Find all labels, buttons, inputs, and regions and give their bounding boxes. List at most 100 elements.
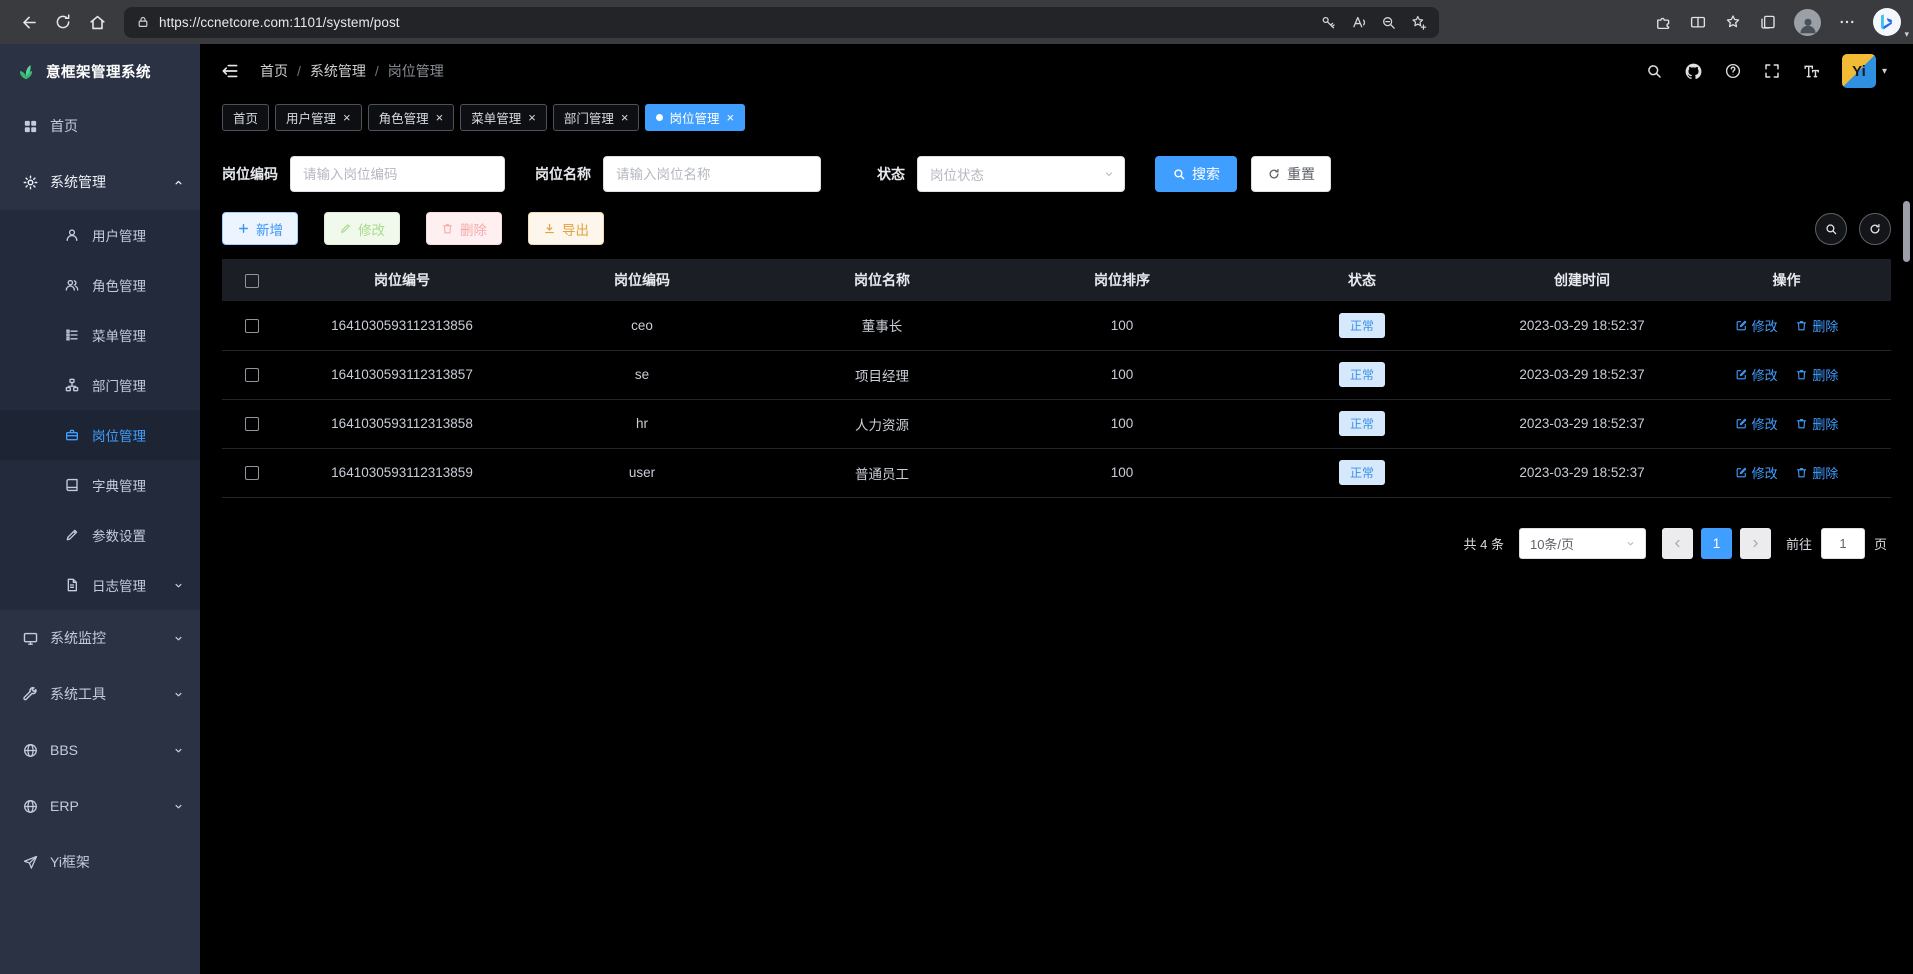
url-input[interactable] bbox=[159, 15, 1313, 30]
row-delete-button[interactable]: 删除 bbox=[1795, 463, 1838, 482]
row-edit-button[interactable]: 修改 bbox=[1735, 316, 1778, 335]
table-row[interactable]: 1641030593112313856 ceo 董事长 100 正常 2023-… bbox=[222, 301, 1891, 350]
table-row[interactable]: 1641030593112313858 hr 人力资源 100 正常 2023-… bbox=[222, 399, 1891, 448]
profile-avatar[interactable] bbox=[1794, 9, 1821, 36]
browser-toolbar-right bbox=[1439, 8, 1901, 36]
sidebar-item-user-management[interactable]: 用户管理 bbox=[0, 210, 200, 260]
browser-menu-button[interactable] bbox=[1838, 13, 1856, 31]
table-row[interactable]: 1641030593112313857 se 项目经理 100 正常 2023-… bbox=[222, 350, 1891, 399]
split-screen-button[interactable] bbox=[1689, 13, 1707, 31]
browser-refresh-button[interactable] bbox=[46, 5, 80, 39]
page-scrollbar-thumb[interactable] bbox=[1903, 201, 1910, 262]
post-code-input[interactable] bbox=[290, 156, 505, 192]
row-edit-button[interactable]: 修改 bbox=[1735, 414, 1778, 433]
add-button[interactable]: 新增 bbox=[222, 212, 298, 245]
row-delete-button[interactable]: 删除 bbox=[1795, 414, 1838, 433]
tab-home[interactable]: 首页 bbox=[222, 104, 269, 131]
edit-icon bbox=[339, 222, 352, 235]
goto-page-input[interactable] bbox=[1821, 528, 1865, 559]
add-favorite-button[interactable] bbox=[1403, 8, 1433, 36]
toolbar-caret-icon[interactable]: ▾ bbox=[1904, 29, 1909, 40]
header-search-button[interactable] bbox=[1645, 62, 1663, 80]
select-all-checkbox[interactable] bbox=[245, 274, 259, 288]
search-icon bbox=[1645, 62, 1663, 80]
address-bar[interactable] bbox=[124, 7, 1439, 38]
sidebar-item-erp[interactable]: ERP bbox=[0, 778, 200, 834]
tab-close-icon[interactable]: × bbox=[621, 111, 629, 124]
sidebar-item-dict-management[interactable]: 字典管理 bbox=[0, 460, 200, 510]
sidebar-item-parameter-settings[interactable]: 参数设置 bbox=[0, 510, 200, 560]
edit-icon bbox=[1735, 417, 1748, 430]
next-page-button[interactable] bbox=[1740, 528, 1771, 559]
tab-close-icon[interactable]: × bbox=[726, 111, 734, 124]
fullscreen-button[interactable] bbox=[1763, 62, 1781, 80]
tab-menu-management[interactable]: 菜单管理 × bbox=[460, 104, 547, 131]
github-link-button[interactable] bbox=[1684, 62, 1703, 81]
row-delete-button[interactable]: 删除 bbox=[1795, 316, 1838, 335]
breadcrumb-home[interactable]: 首页 bbox=[260, 61, 310, 81]
edit-button[interactable]: 修改 bbox=[324, 212, 400, 245]
help-button[interactable] bbox=[1724, 62, 1742, 80]
row-edit-button[interactable]: 修改 bbox=[1735, 365, 1778, 384]
password-key-button[interactable] bbox=[1313, 8, 1343, 36]
row-checkbox[interactable] bbox=[245, 417, 259, 431]
tab-user-management[interactable]: 用户管理 × bbox=[275, 104, 362, 131]
table-row[interactable]: 1641030593112313859 user 普通员工 100 正常 202… bbox=[222, 448, 1891, 497]
extensions-button[interactable] bbox=[1654, 13, 1672, 31]
sidebar-item-system-management[interactable]: 系统管理 bbox=[0, 154, 200, 210]
refresh-table-button[interactable] bbox=[1859, 213, 1891, 245]
row-checkbox[interactable] bbox=[245, 368, 259, 382]
sidebar-item-label: 角色管理 bbox=[92, 275, 146, 295]
sidebar-item-log-management[interactable]: 日志管理 bbox=[0, 560, 200, 610]
browser-home-button[interactable] bbox=[80, 5, 114, 39]
prev-page-button[interactable] bbox=[1662, 528, 1693, 559]
sidebar-item-yi-framework[interactable]: Yi框架 bbox=[0, 834, 200, 890]
row-edit-button[interactable]: 修改 bbox=[1735, 463, 1778, 482]
tab-department-management[interactable]: 部门管理 × bbox=[553, 104, 640, 131]
browser-back-button[interactable] bbox=[12, 5, 46, 39]
read-aloud-button[interactable] bbox=[1343, 8, 1373, 36]
tab-close-icon[interactable]: × bbox=[436, 111, 444, 124]
font-size-button[interactable] bbox=[1802, 62, 1821, 81]
zoom-indicator-button[interactable] bbox=[1373, 8, 1403, 36]
favorites-button[interactable] bbox=[1724, 13, 1742, 31]
sidebar-item-department-management[interactable]: 部门管理 bbox=[0, 360, 200, 410]
row-checkbox[interactable] bbox=[245, 466, 259, 480]
delete-button[interactable]: 删除 bbox=[426, 212, 502, 245]
breadcrumb-system[interactable]: 系统管理 bbox=[310, 61, 388, 81]
status-badge: 正常 bbox=[1339, 313, 1385, 338]
read-aloud-icon bbox=[1350, 14, 1367, 31]
log-icon bbox=[64, 577, 81, 594]
sidebar-item-menu-management[interactable]: 菜单管理 bbox=[0, 310, 200, 360]
sidebar-item-system-tools[interactable]: 系统工具 bbox=[0, 666, 200, 722]
sidebar-toggle-button[interactable] bbox=[220, 61, 240, 81]
tab-post-management[interactable]: 岗位管理 × bbox=[645, 104, 745, 131]
status-select[interactable]: 岗位状态 bbox=[917, 156, 1125, 192]
row-delete-button[interactable]: 删除 bbox=[1795, 365, 1838, 384]
page-number-button[interactable]: 1 bbox=[1701, 528, 1732, 559]
sidebar-item-system-monitor[interactable]: 系统监控 bbox=[0, 610, 200, 666]
export-button[interactable]: 导出 bbox=[528, 212, 604, 245]
user-menu[interactable]: Yi ▾ bbox=[1842, 54, 1887, 88]
row-checkbox[interactable] bbox=[245, 319, 259, 333]
users-icon bbox=[64, 277, 81, 294]
status-badge: 正常 bbox=[1339, 411, 1385, 436]
sidebar-item-home[interactable]: 首页 bbox=[0, 98, 200, 154]
search-button[interactable]: 搜索 bbox=[1155, 156, 1237, 192]
bing-copilot-button[interactable] bbox=[1873, 8, 1901, 36]
sidebar-item-post-management[interactable]: 岗位管理 bbox=[0, 410, 200, 460]
edit-icon bbox=[64, 527, 81, 544]
sidebar-item-role-management[interactable]: 角色管理 bbox=[0, 260, 200, 310]
reset-button[interactable]: 重置 bbox=[1251, 156, 1331, 192]
globe-icon bbox=[22, 742, 39, 759]
sidebar-item-bbs[interactable]: BBS bbox=[0, 722, 200, 778]
sidebar-item-label: 菜单管理 bbox=[92, 325, 146, 345]
hide-search-button[interactable] bbox=[1815, 213, 1847, 245]
tab-role-management[interactable]: 角色管理 × bbox=[368, 104, 455, 131]
tab-close-icon[interactable]: × bbox=[343, 111, 351, 124]
table-tools bbox=[1815, 213, 1891, 245]
tab-close-icon[interactable]: × bbox=[528, 111, 536, 124]
post-name-input[interactable] bbox=[603, 156, 821, 192]
collections-button[interactable] bbox=[1759, 13, 1777, 31]
page-size-select[interactable]: 10条/页 bbox=[1519, 528, 1646, 559]
